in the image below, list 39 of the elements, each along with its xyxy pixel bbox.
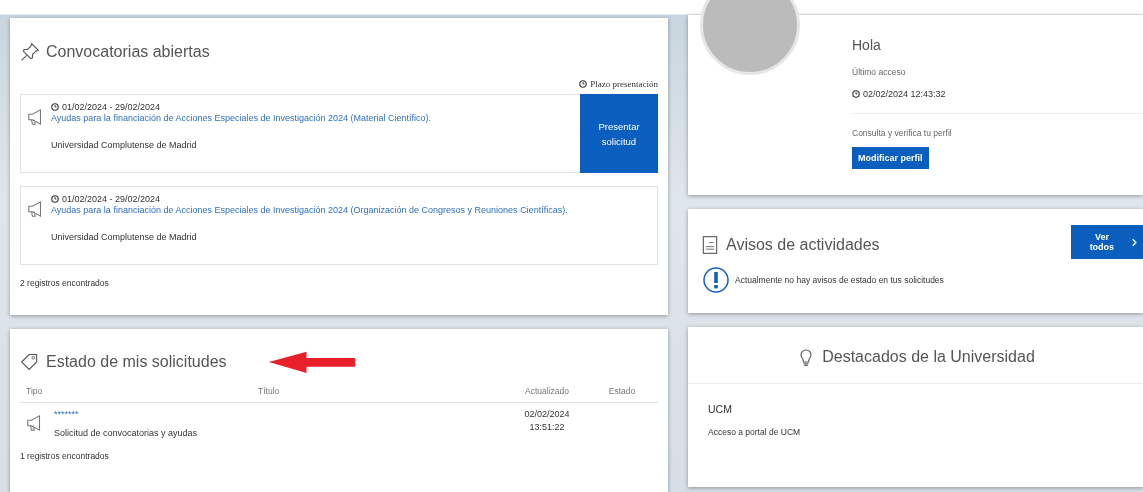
- last-access-time: 02/02/2024 12:43:32: [863, 89, 946, 99]
- organization-text: Universidad Complutense de Madrid: [51, 140, 198, 150]
- section-title: Destacados de la Universidad: [822, 348, 1035, 366]
- greeting: Hola: [852, 37, 881, 53]
- column-header: Tipo: [26, 386, 44, 396]
- call-title-link[interactable]: Ayudas para la financiación de Acciones Especiales de Investigación 2024 (Organización de Congresos y Reuniones Científicas).: [51, 205, 568, 215]
- date-range: 01/02/2024 - 29/02/2024: [62, 194, 161, 204]
- notice-message: Actualmente no hay avisos de estado en tus solicitudes: [735, 275, 944, 285]
- column-header: Estado: [607, 386, 637, 396]
- organization-text: Universidad Complutense de Madrid: [51, 232, 198, 242]
- pushpin-icon: [20, 42, 40, 62]
- clock-icon: [579, 80, 588, 88]
- section-title: Convocatorias abiertas: [46, 43, 210, 61]
- view-all-button[interactable]: Ver todos: [1071, 225, 1143, 259]
- edit-profile-button[interactable]: Modificar perfil: [852, 147, 929, 169]
- records-count: 2 registros encontrados: [20, 278, 110, 288]
- deadline-label: Plazo presentación: [590, 79, 658, 89]
- section-title: Avisos de actividades: [726, 236, 880, 254]
- submit-application-button[interactable]: Presentar solicitud: [580, 94, 658, 173]
- request-title: Solicitud de convocatorias y ayudas: [54, 428, 199, 438]
- column-header: Título: [258, 386, 281, 396]
- clock-icon: [852, 90, 860, 98]
- verify-profile-text: Consulta y verifica tu perfil: [852, 128, 952, 138]
- portal-link[interactable]: Acceso a portal de UCM: [708, 427, 801, 437]
- tag-icon: [20, 352, 40, 372]
- date-range: 01/02/2024 - 29/02/2024: [62, 102, 161, 112]
- column-header: Actualizado: [524, 386, 570, 396]
- request-link[interactable]: *******: [54, 409, 79, 419]
- document-icon: [700, 235, 720, 255]
- chevron-right-icon: [1131, 237, 1137, 247]
- highlight-title: UCM: [708, 403, 733, 415]
- updated-date: 02/02/2024 13:51:22: [523, 408, 571, 434]
- clock-icon: [51, 195, 59, 203]
- clock-icon: [51, 103, 59, 111]
- records-count: 1 registros encontrados: [20, 451, 110, 461]
- call-title-link[interactable]: Ayudas para la financiación de Acciones Especiales de Investigación 2024 (Material Científico).: [51, 113, 432, 123]
- last-access-label: Último acceso: [852, 67, 906, 77]
- alert-icon: [703, 267, 729, 293]
- section-title: Estado de mis solicitudes: [46, 353, 227, 371]
